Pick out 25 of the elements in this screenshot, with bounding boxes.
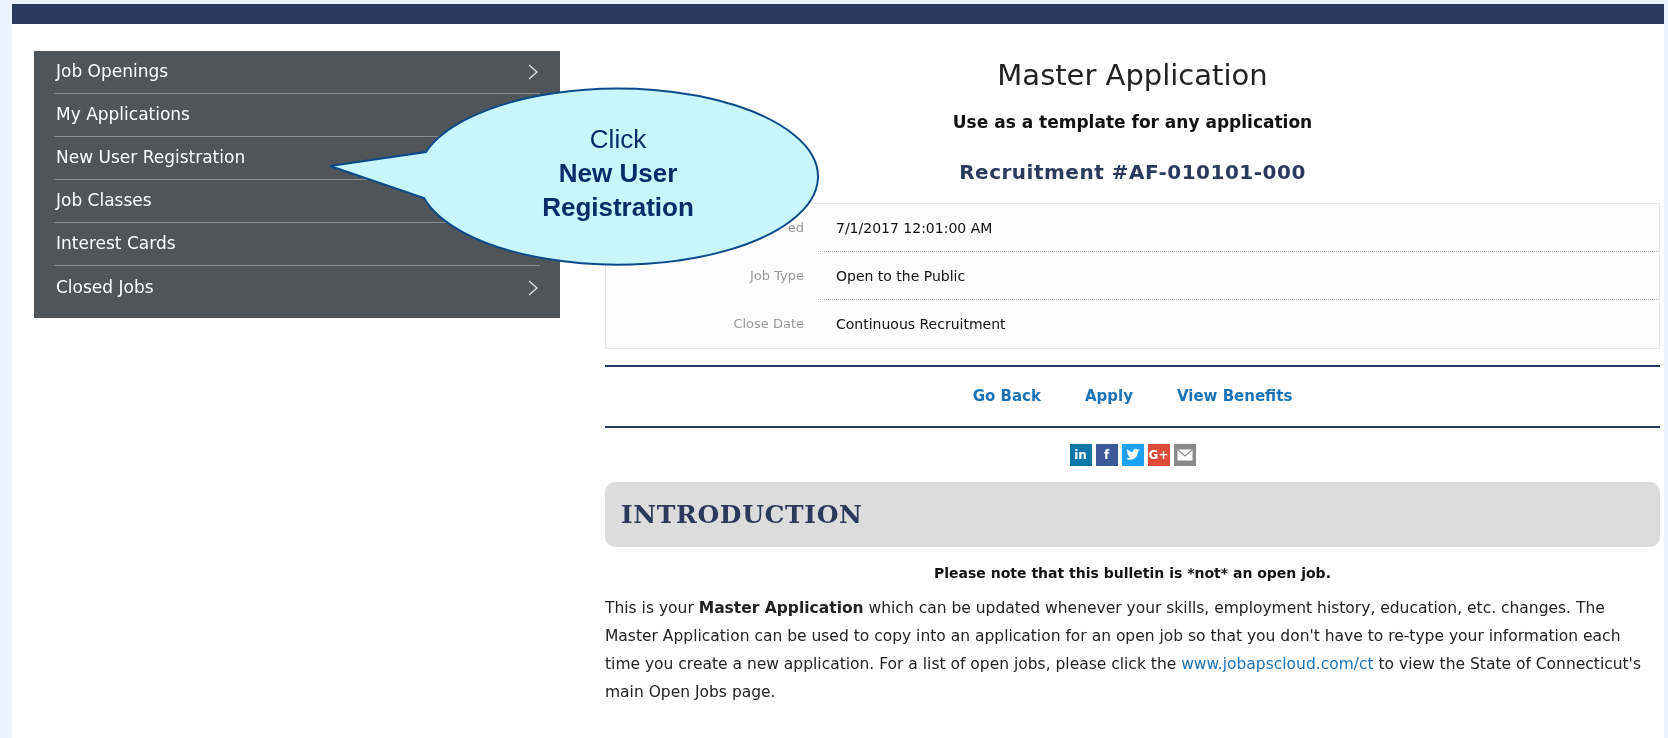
envelope-icon[interactable]	[1173, 443, 1196, 466]
callout-tooltip-text: Click New User Registration	[541, 123, 695, 224]
intro-paragraph: This is your Master Application which can be updated whenever your skills, employment history, education, etc. changes. The Master Application can be used to copy into an application for an open job so that you don't have to re-type your information each time you create a new application. For a list of open jobs, please click the www.jobapscloud.com/ct to view the State of Connecticut's main Open Jobs page.	[605, 598, 1642, 703]
nav-link[interactable]: Go Back	[972, 385, 1041, 408]
recruitment-number: Recruitment #AF-010101-000	[959, 159, 1306, 186]
bird-icon[interactable]	[1121, 443, 1144, 466]
detail-label: Job Type	[748, 267, 805, 285]
page-title: Master Application	[997, 57, 1268, 94]
share-icon[interactable]: G+	[1147, 443, 1170, 466]
nav-link[interactable]: Apply	[1084, 385, 1133, 408]
share-icon[interactable]: f	[1095, 443, 1118, 466]
website-link[interactable]: www.jobapscloud.com/ct	[1181, 655, 1374, 673]
detail-value: Continuous Recruitment	[835, 315, 1007, 334]
detail-value: 7/1/2017 12:01:00 AM	[818, 204, 1659, 252]
page-subtitle: Use as a template for any application	[952, 110, 1313, 134]
menu-item[interactable]: Job Openings	[54, 51, 540, 94]
note-text: Please note that this bulletin is *not* an open job.	[934, 564, 1331, 583]
section-heading: INTRODUCTION	[605, 481, 1660, 547]
nav-link[interactable]: View Benefits	[1176, 385, 1293, 408]
chevron-right-icon	[528, 279, 538, 296]
detail-value: Open to the Public	[818, 252, 1659, 300]
share-icon[interactable]: in	[1069, 443, 1092, 466]
detail-label: Close Date	[732, 315, 805, 333]
chevron-right-icon	[528, 64, 538, 80]
menu-item[interactable]: Closed Jobs	[54, 266, 540, 309]
